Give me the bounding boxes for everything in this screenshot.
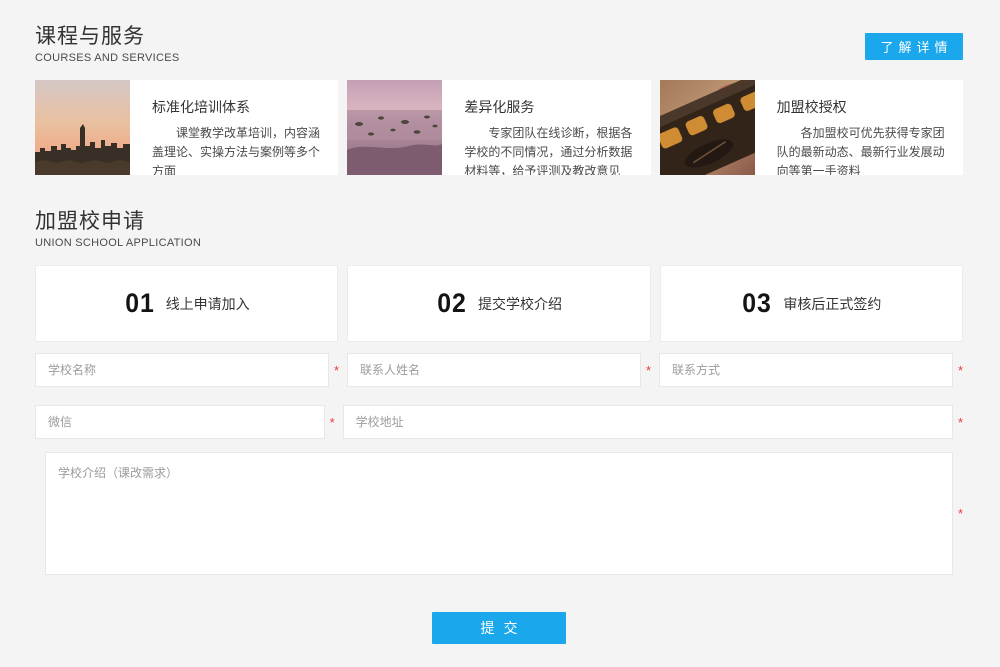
submit-button[interactable]: 提交: [432, 612, 566, 644]
city-skyline-sunset-image: [35, 80, 130, 175]
learn-more-button[interactable]: 了解详情: [865, 33, 963, 60]
step-2-submit-intro: 02 提交学校介绍: [347, 265, 650, 342]
submit-row: 提交: [35, 612, 963, 644]
required-asterisk: *: [329, 363, 339, 378]
application-steps: 01 线上申请加入 02 提交学校介绍 03 审核后正式签约: [35, 265, 963, 342]
required-asterisk: *: [953, 363, 963, 378]
course-card-body: 差异化服务 专家团队在线诊断，根据各学校的不同情况，通过分析数据材料等，给予评测…: [442, 80, 650, 175]
required-asterisk: *: [641, 363, 651, 378]
course-card-title: 差异化服务: [464, 97, 640, 117]
course-card-title: 标准化培训体系: [152, 97, 328, 117]
required-asterisk: *: [325, 415, 335, 430]
course-card-body: 标准化培训体系 课堂教学改革培训，内容涵盖理论、实操方法与案例等多个方面: [130, 80, 338, 175]
step-number: 03: [743, 288, 772, 319]
franchise-landing-page: 课程与服务 COURSES AND SERVICES 了解详情: [0, 0, 1000, 667]
courses-title-block: 课程与服务 COURSES AND SERVICES: [35, 25, 180, 64]
contact-method-input[interactable]: [659, 353, 953, 387]
step-label: 线上申请加入: [166, 294, 250, 314]
school-intro-textarea[interactable]: [45, 452, 953, 575]
course-card-standardized-training[interactable]: 标准化培训体系 课堂教学改革培训，内容涵盖理论、实操方法与案例等多个方面: [35, 80, 338, 175]
step-label: 提交学校介绍: [478, 294, 562, 314]
step-number: 01: [125, 288, 154, 319]
application-form: * * * * *: [35, 353, 963, 644]
application-title-block: 加盟校申请 UNION SCHOOL APPLICATION: [35, 210, 201, 249]
form-row-1: * * *: [35, 353, 963, 387]
step-number: 02: [437, 288, 466, 319]
field-school-address: *: [343, 405, 963, 439]
film-strip-image: [660, 80, 755, 175]
field-school-intro: *: [35, 452, 963, 575]
course-card-desc: 课堂教学改革培训，内容涵盖理论、实操方法与案例等多个方面: [152, 124, 328, 175]
wechat-input[interactable]: [35, 405, 325, 439]
application-section-header: 加盟校申请 UNION SCHOOL APPLICATION: [35, 210, 963, 249]
step-1-apply-online: 01 线上申请加入: [35, 265, 338, 342]
application-section: 加盟校申请 UNION SCHOOL APPLICATION 01 线上申请加入…: [35, 210, 963, 644]
course-card-desc: 专家团队在线诊断，根据各学校的不同情况，通过分析数据材料等，给予评测及教改意见: [464, 124, 640, 175]
course-cards: 标准化培训体系 课堂教学改革培训，内容涵盖理论、实操方法与案例等多个方面: [35, 80, 963, 175]
required-asterisk: *: [953, 415, 963, 430]
courses-section-header: 课程与服务 COURSES AND SERVICES 了解详情: [35, 25, 963, 64]
course-card-differentiated-service[interactable]: 差异化服务 专家团队在线诊断，根据各学校的不同情况，通过分析数据材料等，给予评测…: [347, 80, 650, 175]
desert-dunes-dusk-image: [347, 80, 442, 175]
course-card-franchise-authorization[interactable]: 加盟校授权 各加盟校可优先获得专家团队的最新动态、最新行业发展动向等第一手资料: [660, 80, 963, 175]
course-card-desc: 各加盟校可优先获得专家团队的最新动态、最新行业发展动向等第一手资料: [777, 124, 953, 175]
field-wechat: *: [35, 405, 335, 439]
courses-section-title: 课程与服务: [35, 25, 180, 49]
school-name-input[interactable]: [35, 353, 329, 387]
course-card-title: 加盟校授权: [777, 97, 953, 117]
courses-section-subtitle: COURSES AND SERVICES: [35, 52, 180, 64]
step-3-sign-contract: 03 审核后正式签约: [660, 265, 963, 342]
school-address-input[interactable]: [343, 405, 953, 439]
course-card-body: 加盟校授权 各加盟校可优先获得专家团队的最新动态、最新行业发展动向等第一手资料: [755, 80, 963, 175]
contact-name-input[interactable]: [347, 353, 641, 387]
application-section-title: 加盟校申请: [35, 210, 201, 234]
field-school-name: *: [35, 353, 339, 387]
form-row-2: * *: [35, 405, 963, 439]
step-label: 审核后正式签约: [783, 294, 881, 314]
field-contact-name: *: [347, 353, 651, 387]
required-asterisk: *: [953, 506, 963, 521]
field-contact-method: *: [659, 353, 963, 387]
application-section-subtitle: UNION SCHOOL APPLICATION: [35, 237, 201, 249]
